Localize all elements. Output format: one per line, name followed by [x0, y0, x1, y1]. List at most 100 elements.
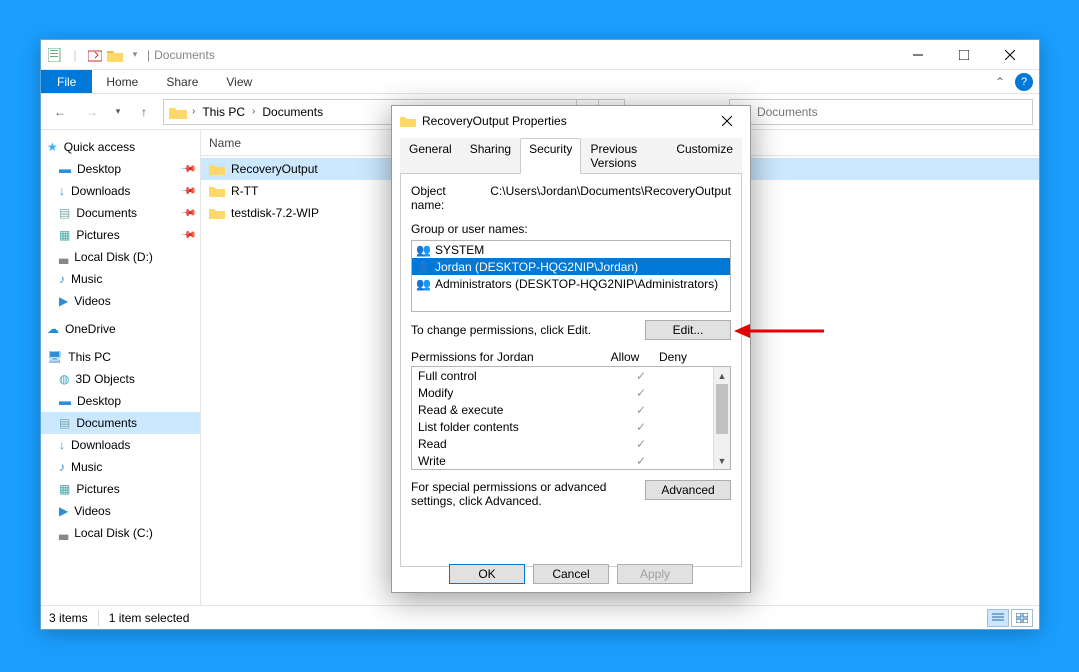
sidebar-item-documents2[interactable]: ▤Documents: [41, 412, 200, 434]
qat-dropdown-icon[interactable]: ▾: [127, 47, 143, 63]
advanced-button[interactable]: Advanced: [645, 480, 731, 500]
permissions-scrollbar[interactable]: ▲ ▼: [713, 367, 730, 469]
change-permissions-hint: To change permissions, click Edit.: [411, 323, 591, 337]
sidebar-item-desktop[interactable]: ▬Desktop📌: [41, 158, 200, 180]
sidebar-item-label: OneDrive: [65, 322, 116, 336]
collapse-ribbon-icon[interactable]: ⌃: [995, 75, 1005, 89]
sidebar-onedrive[interactable]: ☁OneDrive: [41, 318, 200, 340]
sidebar-item-3dobjects[interactable]: ◍ 3D Objects: [41, 368, 200, 390]
share-tab[interactable]: Share: [152, 70, 212, 93]
status-item-count: 3 items: [49, 611, 88, 625]
perm-row: List folder contents✓: [412, 418, 713, 435]
sidebar-item-label: Quick access: [64, 140, 135, 154]
sidebar-item-label: Downloads: [71, 438, 130, 452]
qat-properties-icon[interactable]: [47, 47, 63, 63]
ok-button[interactable]: OK: [449, 564, 525, 584]
sidebar-item-pictures2[interactable]: ▦Pictures: [41, 478, 200, 500]
user-row-system[interactable]: 👥SYSTEM: [412, 241, 730, 258]
sidebar-item-label: 3D Objects: [75, 372, 134, 386]
sidebar-item-videos[interactable]: ▶Videos: [41, 290, 200, 312]
allow-check-icon: ✓: [617, 437, 665, 451]
sidebar-item-localdisk-c[interactable]: ▃Local Disk (C:): [41, 522, 200, 544]
scroll-down-icon[interactable]: ▼: [714, 452, 730, 469]
tab-customize[interactable]: Customize: [667, 138, 742, 174]
perm-name: Full control: [418, 369, 617, 383]
user-row-jordan[interactable]: 👤Jordan (DESKTOP-HQG2NIP\Jordan): [412, 258, 730, 275]
group-users-label: Group or user names:: [411, 222, 731, 236]
sidebar-item-downloads2[interactable]: ↓Downloads: [41, 434, 200, 456]
sidebar-item-localdisk-d[interactable]: ▃Local Disk (D:): [41, 246, 200, 268]
cancel-button[interactable]: Cancel: [533, 564, 609, 584]
help-button[interactable]: ?: [1015, 73, 1033, 91]
file-tab[interactable]: File: [41, 70, 92, 93]
nav-sidebar: ★ Quick access ▬Desktop📌 ↓Downloads📌 ▤Do…: [41, 130, 201, 605]
crumb-thispc[interactable]: This PC: [199, 105, 248, 119]
status-selected: 1 item selected: [109, 611, 190, 625]
tab-security[interactable]: Security: [520, 138, 581, 174]
deny-column-label: Deny: [649, 350, 697, 364]
folder-icon: [209, 184, 225, 198]
tab-sharing[interactable]: Sharing: [461, 138, 520, 174]
allow-check-icon: ✓: [617, 403, 665, 417]
apply-button[interactable]: Apply: [617, 564, 693, 584]
qat-folder-icon[interactable]: [107, 47, 123, 63]
sidebar-item-label: Pictures: [76, 228, 119, 242]
qat-newfolder-icon[interactable]: [87, 47, 103, 63]
file-name: RecoveryOutput: [231, 162, 318, 176]
user-row-admins[interactable]: 👥Administrators (DESKTOP-HQG2NIP\Adminis…: [412, 275, 730, 292]
sidebar-item-music2[interactable]: ♪Music: [41, 456, 200, 478]
recent-dropdown-icon[interactable]: ▾: [111, 99, 125, 125]
chevron-right-icon[interactable]: ›: [192, 106, 195, 117]
sidebar-thispc[interactable]: 🖥This PC: [41, 346, 200, 368]
close-button[interactable]: [987, 40, 1033, 70]
large-icons-view-button[interactable]: [1011, 609, 1033, 627]
3d-icon: ◍: [59, 372, 69, 386]
object-name-label: Object name:: [411, 184, 476, 212]
sidebar-item-downloads[interactable]: ↓Downloads📌: [41, 180, 200, 202]
videos-icon: ▶: [59, 504, 68, 518]
allow-check-icon: ✓: [617, 454, 665, 468]
sidebar-quick-access[interactable]: ★ Quick access: [41, 136, 200, 158]
dialog-tabs: General Sharing Security Previous Versio…: [392, 138, 750, 174]
users-listbox[interactable]: 👥SYSTEM 👤Jordan (DESKTOP-HQG2NIP\Jordan)…: [411, 240, 731, 312]
up-button[interactable]: ↑: [131, 99, 157, 125]
dialog-close-button[interactable]: [712, 106, 742, 136]
scroll-thumb[interactable]: [716, 384, 728, 434]
pin-icon: 📌: [179, 161, 196, 178]
folder-icon: [209, 206, 225, 220]
sidebar-item-label: Downloads: [71, 184, 130, 198]
sidebar-item-videos2[interactable]: ▶Videos: [41, 500, 200, 522]
file-name: testdisk-7.2-WIP: [231, 206, 319, 220]
forward-button[interactable]: →: [79, 99, 105, 125]
back-button[interactable]: ←: [47, 99, 73, 125]
crumb-documents[interactable]: Documents: [259, 105, 326, 119]
special-permissions-hint: For special permissions or advanced sett…: [411, 480, 637, 508]
properties-dialog: RecoveryOutput Properties General Sharin…: [391, 105, 751, 593]
sidebar-item-label: This PC: [68, 350, 111, 364]
details-view-button[interactable]: [987, 609, 1009, 627]
chevron-right-icon[interactable]: ›: [252, 106, 255, 117]
sidebar-item-label: Music: [71, 460, 102, 474]
sidebar-item-label: Pictures: [76, 482, 119, 496]
minimize-button[interactable]: [895, 40, 941, 70]
videos-icon: ▶: [59, 294, 68, 308]
sidebar-item-documents[interactable]: ▤Documents📌: [41, 202, 200, 224]
home-tab[interactable]: Home: [92, 70, 152, 93]
documents-icon: ▤: [59, 416, 70, 430]
view-tab[interactable]: View: [212, 70, 266, 93]
user-name: SYSTEM: [435, 243, 484, 257]
sidebar-item-music[interactable]: ♪Music: [41, 268, 200, 290]
scroll-up-icon[interactable]: ▲: [714, 367, 730, 384]
status-bar: 3 items 1 item selected: [41, 605, 1039, 629]
tab-general[interactable]: General: [400, 138, 461, 174]
perm-row: Full control✓: [412, 367, 713, 384]
sidebar-item-desktop2[interactable]: ▬Desktop: [41, 390, 200, 412]
maximize-button[interactable]: [941, 40, 987, 70]
sidebar-item-pictures[interactable]: ▦Pictures📌: [41, 224, 200, 246]
perm-row: Read & execute✓: [412, 401, 713, 418]
search-input[interactable]: 🔍 Documents: [729, 99, 1033, 125]
sidebar-item-label: Local Disk (D:): [74, 250, 153, 264]
edit-button[interactable]: Edit...: [645, 320, 731, 340]
perm-name: List folder contents: [418, 420, 617, 434]
tab-previous-versions[interactable]: Previous Versions: [581, 138, 667, 174]
